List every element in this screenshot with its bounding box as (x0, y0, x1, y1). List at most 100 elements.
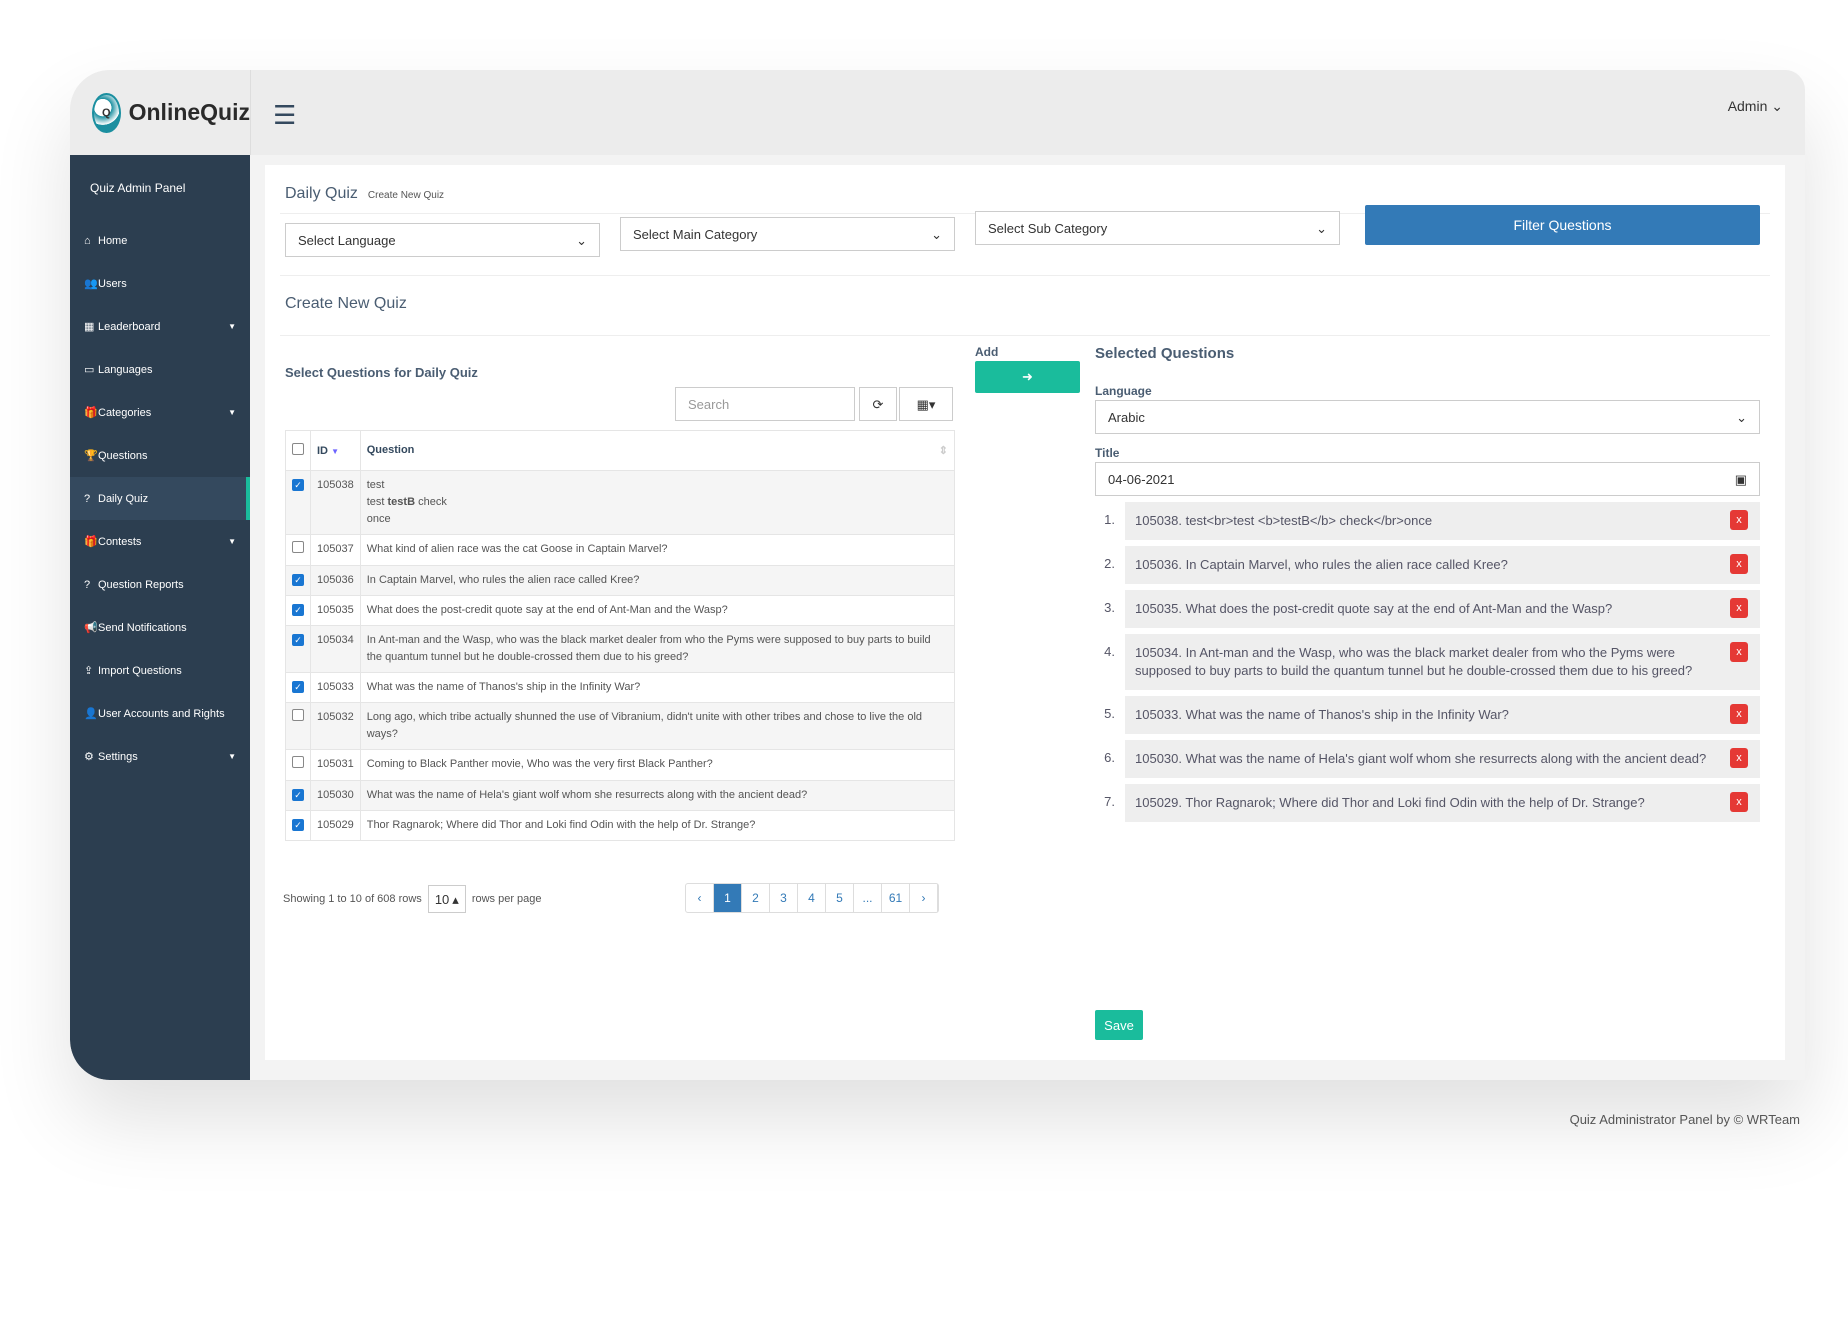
row-checkbox[interactable]: ✓ (292, 819, 304, 831)
selected-question-number: 5. (1104, 706, 1115, 721)
sidebar-item-home[interactable]: ⌂ Home (70, 219, 250, 262)
title-date-input[interactable]: 04-06-2021 ▣ (1095, 462, 1760, 496)
row-checkbox[interactable]: ✓ (292, 479, 304, 491)
column-header-question[interactable]: Question ⇕ (359, 430, 956, 471)
table-row[interactable]: ✓ 105029 Thor Ragnarok; Where did Thor and… (285, 810, 956, 841)
showing-rows-text: Showing 1 to 10 of 608 rows (283, 893, 422, 905)
row-checkbox[interactable]: ✓ (292, 789, 304, 801)
row-checkbox-cell: ✓ (285, 625, 311, 673)
page-button-4[interactable]: 4 (798, 884, 826, 912)
sidebar-item-label: Daily Quiz (98, 492, 149, 505)
row-checkbox[interactable] (292, 756, 304, 768)
sidebar-item-contests[interactable]: 🎁 Contests ▼ (70, 520, 250, 563)
row-question: What was the name of Thanos's ship in th… (359, 672, 956, 703)
remove-question-button[interactable]: x (1730, 510, 1748, 530)
refresh-icon: ⟳ (872, 397, 884, 412)
sidebar-item-users[interactable]: 👥 Users (70, 262, 250, 305)
page-button-61[interactable]: 61 (882, 884, 910, 912)
row-id: 105032 (310, 702, 361, 750)
remove-question-button[interactable]: x (1730, 642, 1748, 662)
row-checkbox-cell: ✓ (285, 565, 311, 596)
page-button-2[interactable]: 2 (742, 884, 770, 912)
sidebar-item-categories[interactable]: 🎁 Categories ▼ (70, 391, 250, 434)
selected-question-text: 105030. What was the name of Hela's gian… (1125, 740, 1760, 778)
sidebar-item-settings[interactable]: ⚙ Settings ▼ (70, 735, 250, 778)
page-size-value: 10 (434, 892, 450, 907)
settings-icon: ⚙ (84, 751, 94, 763)
sidebar-item-leaderboard[interactable]: ▦ Leaderboard ▼ (70, 305, 250, 348)
sidebar-item-daily-quiz[interactable]: ? Daily Quiz (70, 477, 250, 520)
chevron-down-icon: ⌄ (931, 227, 942, 242)
language-label: Language (1095, 384, 1152, 398)
row-checkbox-cell: ✓ (285, 672, 311, 703)
remove-question-button[interactable]: x (1730, 554, 1748, 574)
sidebar-item-send-notifications[interactable]: 📢 Send Notifications (70, 606, 250, 649)
row-checkbox[interactable]: ✓ (292, 574, 304, 586)
add-label: Add (975, 345, 999, 359)
row-checkbox[interactable]: ✓ (292, 681, 304, 693)
remove-question-button[interactable]: x (1730, 792, 1748, 812)
brand-logo[interactable]: Q OnlineQuiz (70, 70, 250, 155)
categories-icon: 🎁 (84, 407, 98, 419)
selected-question-label: 105038. test<br>test <b>testB</b> check<… (1135, 513, 1433, 528)
select-language[interactable]: Select Language ⌄ (285, 223, 600, 257)
row-id: 105029 (310, 810, 361, 841)
table-row[interactable]: ✓ 105035 What does the post-credit quote s… (285, 595, 956, 626)
select-all-checkbox[interactable] (292, 443, 304, 455)
selected-question-item: 6. 105030. What was the name of Hela's gi… (1095, 740, 1760, 778)
add-button[interactable]: ➜ (975, 361, 1080, 393)
sidebar-item-languages[interactable]: ▭ Languages (70, 348, 250, 391)
page-button-3[interactable]: 3 (770, 884, 798, 912)
table-row[interactable]: 105032 Long ago, which tribe actually shu… (285, 702, 956, 750)
search-input[interactable]: Search (675, 387, 855, 421)
sidebar-item-question-reports[interactable]: ? Question Reports (70, 563, 250, 606)
columns-toggle-button[interactable]: ▦▾ (899, 387, 953, 421)
caret-down-icon: ▼ (228, 408, 236, 417)
page-button-1[interactable]: 1 (714, 884, 742, 912)
sidebar-item-questions[interactable]: 🏆 Questions (70, 434, 250, 477)
sidebar-item-label: Contests (98, 535, 142, 548)
table-row[interactable]: ✓ 105038 test test testB check once (285, 470, 956, 535)
selected-question-item: 2. 105036. In Captain Marvel, who rules t… (1095, 546, 1760, 584)
logo-icon: Q (92, 92, 121, 133)
save-button[interactable]: Save (1095, 1010, 1143, 1040)
selected-question-label: 105030. What was the name of Hela's gian… (1135, 751, 1707, 766)
row-id: 105037 (310, 534, 361, 566)
admin-menu[interactable]: Admin ⌄ (1728, 98, 1783, 115)
page-button-5[interactable]: 5 (826, 884, 854, 912)
row-checkbox[interactable]: ✓ (292, 634, 304, 646)
leaderboard-icon: ▦ (84, 321, 95, 333)
row-checkbox[interactable] (292, 541, 304, 553)
filter-questions-button[interactable]: Filter Questions (1365, 205, 1760, 245)
row-checkbox-cell (285, 702, 311, 750)
column-header-id[interactable]: ID ▼ (310, 430, 361, 471)
selected-question-number: 7. (1104, 794, 1115, 809)
page-size-select[interactable]: 10 ▴ (427, 885, 466, 913)
row-id: 105030 (310, 780, 361, 811)
page-button-prev[interactable]: ‹ (686, 884, 714, 912)
sidebar-item-user-accounts-and-rights[interactable]: 👤 User Accounts and Rights (70, 692, 250, 735)
table-row[interactable]: 105031 Coming to Black Panther movie, Who… (285, 749, 956, 781)
remove-question-button[interactable]: x (1730, 598, 1748, 618)
row-checkbox[interactable] (292, 709, 304, 721)
refresh-button[interactable]: ⟳ (859, 387, 897, 421)
table-row[interactable]: 105037 What kind of alien race was the ca… (285, 534, 956, 566)
page-button-next[interactable]: › (910, 884, 938, 912)
table-row[interactable]: ✓ 105033 What was the name of Thanos's shi… (285, 672, 956, 703)
hamburger-menu-icon[interactable]: ☰ (273, 100, 296, 131)
row-checkbox[interactable]: ✓ (292, 604, 304, 616)
row-checkbox-cell: ✓ (285, 595, 311, 626)
table-row[interactable]: ✓ 105030 What was the name of Hela's giant… (285, 780, 956, 811)
language-select[interactable]: Arabic ⌄ (1095, 400, 1760, 434)
home-icon: ⌂ (84, 234, 91, 247)
select-main-category[interactable]: Select Main Category ⌄ (620, 217, 955, 251)
left-panel-title: Select Questions for Daily Quiz (285, 365, 478, 380)
select-sub-category[interactable]: Select Sub Category ⌄ (975, 211, 1340, 245)
calendar-icon[interactable]: ▣ (1735, 472, 1747, 487)
selected-question-item: 1. 105038. test<br>test <b>testB</b> chec… (1095, 502, 1760, 540)
remove-question-button[interactable]: x (1730, 748, 1748, 768)
remove-question-button[interactable]: x (1730, 704, 1748, 724)
sidebar-item-import-questions[interactable]: ⇪ Import Questions (70, 649, 250, 692)
table-row[interactable]: ✓ 105036 In Captain Marvel, who rules the … (285, 565, 956, 596)
table-row[interactable]: ✓ 105034 In Ant-man and the Wasp, who was … (285, 625, 956, 673)
